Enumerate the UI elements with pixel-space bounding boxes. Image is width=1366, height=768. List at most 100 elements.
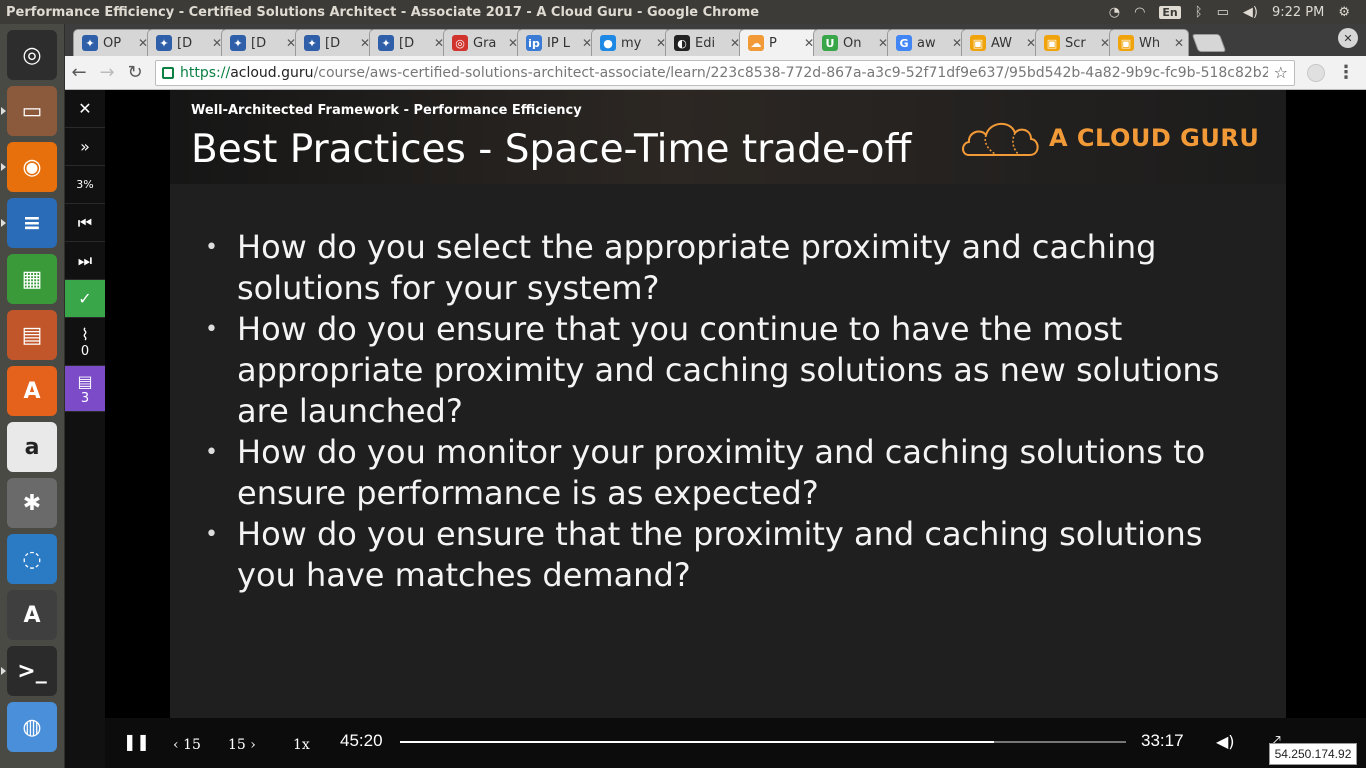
firefox-icon[interactable]: ◉ xyxy=(1,142,57,192)
power-gear-icon[interactable]: ⚙ xyxy=(1338,5,1350,20)
elapsed-time: 45:20 xyxy=(340,731,383,750)
forward-15-button[interactable]: 15 › xyxy=(228,737,256,753)
jira-icon: ✦ xyxy=(156,35,172,51)
tab-label: [D xyxy=(251,35,267,51)
user-indicator-icon[interactable]: ◔ xyxy=(1109,5,1120,20)
reload-button[interactable]: ↻ xyxy=(121,62,149,83)
tab-label: my xyxy=(621,35,642,51)
browser-tab[interactable]: U On ✕ xyxy=(813,29,893,56)
tab-label: Scr xyxy=(1065,35,1086,51)
extension-icon[interactable] xyxy=(1307,63,1325,82)
tab-label: [D xyxy=(399,35,415,51)
browser-tab[interactable]: Gaw ✕ xyxy=(887,29,967,56)
jira-icon: ✦ xyxy=(378,35,394,51)
volume-icon[interactable]: ◀) xyxy=(1243,5,1258,20)
course-progress: 3% xyxy=(65,166,105,204)
libreoffice-calc-icon[interactable]: ▦ xyxy=(7,254,57,304)
chat-icon[interactable]: ◌ xyxy=(7,534,57,584)
keyboard-language[interactable]: En xyxy=(1159,5,1181,19)
browser-tab[interactable]: ✦ [D ✕ xyxy=(221,29,301,56)
aws-icon: ▣ xyxy=(1044,35,1060,51)
software-center-icon[interactable]: A xyxy=(7,366,57,416)
lecture-slide: Well-Architected Framework - Performance… xyxy=(170,90,1286,718)
file-manager-icon[interactable]: ▭ xyxy=(1,86,57,136)
window-close-icon[interactable]: ✕ xyxy=(1338,28,1358,48)
top-panel: Performance Efficiency - Certified Solut… xyxy=(0,0,1366,24)
browser-tab[interactable]: ● my ✕ xyxy=(591,29,671,56)
bookmark-star-icon[interactable]: ☆ xyxy=(1268,63,1294,82)
udemy-icon: U xyxy=(822,35,838,51)
slide-header: Well-Architected Framework - Performance… xyxy=(170,90,1286,184)
wifi-icon[interactable]: ◠ xyxy=(1134,5,1145,20)
discussion-count: 3 xyxy=(80,390,90,406)
tab-label: OP xyxy=(103,35,122,51)
chrome-menu-icon[interactable]: ⋮ xyxy=(1337,62,1355,83)
browser-tab[interactable]: ◐ Edi ✕ xyxy=(665,29,745,56)
browser-tab[interactable]: ▣ AW ✕ xyxy=(961,29,1041,56)
terminal-icon[interactable]: >_ xyxy=(1,646,57,696)
url-host: acloud.guru xyxy=(230,64,314,81)
seek-bar[interactable] xyxy=(400,741,1126,743)
browser-tab[interactable]: ◎ Gra ✕ xyxy=(443,29,523,56)
paperclip-icon: ⌇ xyxy=(81,324,89,344)
browser-tab[interactable]: ✦ [D ✕ xyxy=(147,29,227,56)
window-title: Performance Efficiency - Certified Solut… xyxy=(6,4,760,20)
browser-tab[interactable]: ip IP L ✕ xyxy=(517,29,597,56)
address-bar[interactable]: https:// acloud.guru /course/aws-certifi… xyxy=(155,59,1295,86)
battery-icon[interactable]: ▭ xyxy=(1217,5,1229,20)
mark-complete-button[interactable]: ✓ xyxy=(65,280,105,318)
cloud-icon: ☁ xyxy=(748,35,764,51)
pause-icon[interactable]: ❚❚ xyxy=(123,732,150,751)
playback-speed-button[interactable]: 1x xyxy=(293,737,310,753)
attachments-button[interactable]: ⌇ 0 xyxy=(65,318,105,366)
amazon-icon[interactable]: a xyxy=(7,422,57,472)
system-tray: ◔ ◠ En ᛒ ▭ ◀) 9:22 PM ⚙ xyxy=(1109,5,1366,20)
forward-button[interactable]: → xyxy=(93,62,121,83)
jira-icon: ✦ xyxy=(82,35,98,51)
libreoffice-impress-icon[interactable]: ▤ xyxy=(7,310,57,360)
tab-label: P xyxy=(769,35,777,51)
bluetooth-icon[interactable]: ᛒ xyxy=(1195,5,1203,20)
next-lesson-icon[interactable]: ⏭ xyxy=(65,242,105,280)
bullet-item: • How do you monitor your proximity and c… xyxy=(205,433,1206,512)
browser-toolbar: ← → ↻ https:// acloud.guru /course/aws-c… xyxy=(65,56,1366,90)
tab-close-icon[interactable]: ✕ xyxy=(1174,36,1184,50)
system-settings-icon[interactable]: ✱ xyxy=(7,478,57,528)
browser-tab[interactable]: ☁ P ✕ xyxy=(739,29,819,56)
new-tab-button[interactable] xyxy=(1191,34,1227,52)
chrome-icon[interactable]: ◍ xyxy=(7,702,57,752)
close-icon[interactable]: ✕ xyxy=(65,90,105,128)
browser-tab[interactable]: ▣ Wh ✕ xyxy=(1109,29,1189,56)
tab-label: Edi xyxy=(695,35,716,51)
browser-tab[interactable]: ▣ Scr ✕ xyxy=(1035,29,1115,56)
tab-label: [D xyxy=(325,35,341,51)
rewind-15-button[interactable]: ‹ 15 xyxy=(173,737,201,753)
back-button[interactable]: ← xyxy=(65,62,93,83)
tab-strip: ✦ OP ✕ ✦ [D ✕ ✦ [D ✕ ✦ [D ✕ ✦ [D ✕ ◎ Gra ✕ ip IP L ✕ ● my ✕ ◐ Edi… xyxy=(65,24,1366,56)
bullet-list: • How do you select the appropriate proxi… xyxy=(205,227,1255,596)
cloud-logo-icon xyxy=(962,122,1039,156)
jira-icon: ✦ xyxy=(230,35,246,51)
libreoffice-writer-icon[interactable]: ≡ xyxy=(1,198,57,248)
slide-title: Best Practices - Space-Time trade-off xyxy=(191,127,912,172)
remaining-time: 33:17 xyxy=(1141,731,1184,750)
comment-icon: ▤ xyxy=(77,371,93,391)
discussion-button[interactable]: ▤ 3 xyxy=(65,366,105,412)
launcher: ◎ ▭ ◉ ≡ ▦ ▤ Aa ✱ ◌ A >_ ◍ xyxy=(0,24,65,768)
previous-lesson-icon[interactable]: ⏮ xyxy=(65,204,105,242)
bullet-item: • How do you ensure that the proximity an… xyxy=(205,515,1203,594)
ubuntu-dash-icon[interactable]: ◎ xyxy=(7,30,57,80)
browser-tab[interactable]: ✦ OP ✕ xyxy=(73,29,153,56)
browser-tab[interactable]: ✦ [D ✕ xyxy=(295,29,375,56)
volume-icon[interactable]: ◀) xyxy=(1216,732,1235,751)
github-icon: ◐ xyxy=(674,35,690,51)
browser-tab[interactable]: ✦ [D ✕ xyxy=(369,29,449,56)
jira-icon: ✦ xyxy=(304,35,320,51)
video-stage[interactable]: Well-Architected Framework - Performance… xyxy=(105,90,1366,718)
database-icon: ● xyxy=(600,35,616,51)
updater-icon[interactable]: A xyxy=(7,590,57,640)
course-sidebar: ✕ » 3% ⏮ ⏭ ✓ ⌇ 0 ▤ 3 xyxy=(65,90,105,768)
clock[interactable]: 9:22 PM xyxy=(1272,5,1324,20)
brand-name: A CLOUD GURU xyxy=(1049,124,1260,152)
expand-chevrons-icon[interactable]: » xyxy=(65,128,105,166)
